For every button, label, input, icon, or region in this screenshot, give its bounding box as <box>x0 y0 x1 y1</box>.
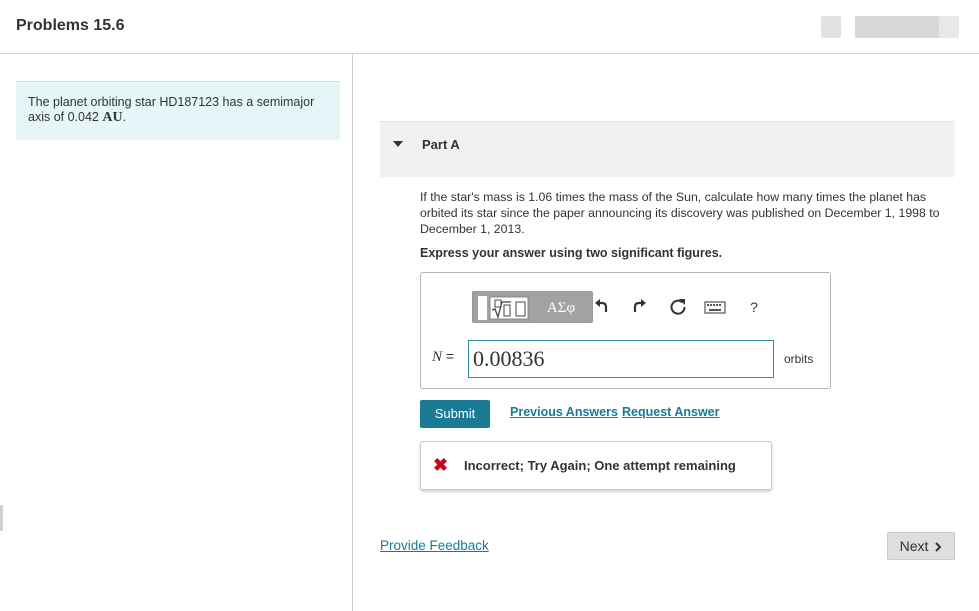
unit-label: orbits <box>784 352 814 366</box>
left-scroll-edge <box>0 505 3 531</box>
templates-icon <box>478 296 487 320</box>
au-unit: AU <box>102 110 123 125</box>
intro-period: . <box>122 110 127 124</box>
next-button[interactable]: Next <box>887 532 955 560</box>
next-label: Next <box>899 538 929 554</box>
greek-symbols-button[interactable]: ΑΣφ <box>529 291 593 323</box>
problem-intro-box: The planet orbiting star HD187123 has a … <box>16 81 340 140</box>
provide-feedback-link[interactable]: Provide Feedback <box>380 538 489 553</box>
answer-entry-box: ΑΣφ ? N = orbits <box>420 272 831 389</box>
part-label: Part A <box>422 137 460 152</box>
part-a-header[interactable]: Part A <box>380 121 955 177</box>
problem-intro-panel: The planet orbiting star HD187123 has a … <box>0 54 353 611</box>
submit-button[interactable]: Submit <box>420 400 490 428</box>
variable-symbol: N <box>432 349 443 365</box>
reset-icon[interactable] <box>666 295 690 319</box>
page-title: Problems 15.6 <box>16 17 125 34</box>
question-text: If the star's mass is 1.06 times the mas… <box>420 190 940 236</box>
answer-variable-label: N = <box>432 348 454 366</box>
help-icon[interactable]: ? <box>742 295 766 319</box>
request-answer-link[interactable]: Request Answer <box>622 405 719 419</box>
keyboard-icon[interactable] <box>703 295 727 319</box>
equals-sign: = <box>445 348 455 364</box>
chevron-right-icon <box>935 542 942 552</box>
instruction-text: Express your answer using two significan… <box>420 246 723 260</box>
redacted-header-controls <box>821 16 959 38</box>
previous-answers-link[interactable]: Previous Answers <box>510 405 618 419</box>
redo-icon[interactable] <box>626 295 650 319</box>
incorrect-x-icon: ✖ <box>433 455 449 475</box>
radical-fraction-icon <box>489 296 529 320</box>
problem-intro-text: The planet orbiting star HD187123 has a … <box>28 95 315 124</box>
collapse-caret-icon[interactable] <box>393 141 403 147</box>
incorrect-feedback-box: ✖ Incorrect; Try Again; One attempt rema… <box>420 441 772 490</box>
undo-icon[interactable] <box>591 295 615 319</box>
feedback-message: Incorrect; Try Again; One attempt remain… <box>464 458 736 473</box>
answer-input[interactable] <box>468 340 774 378</box>
page-header: Problems 15.6 <box>0 0 979 54</box>
